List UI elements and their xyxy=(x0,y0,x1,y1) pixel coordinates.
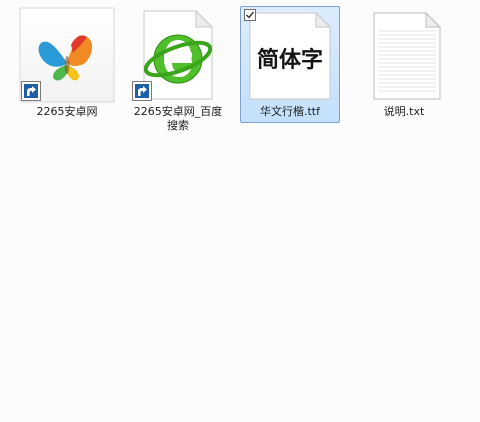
file-icon-container xyxy=(356,7,452,103)
shortcut-arrow-icon xyxy=(21,81,41,101)
font-preview-text: 简体字 xyxy=(257,47,323,73)
text-file-icon xyxy=(373,11,442,100)
font-file-icon: 简体字 xyxy=(249,11,332,100)
file-name-label: 华文行楷.ttf xyxy=(260,105,320,118)
selection-checkbox[interactable] xyxy=(244,9,256,21)
shortcut-arrow-icon xyxy=(132,81,152,101)
file-item-baidu-shortcut[interactable]: 2265安卓网_百度搜索 xyxy=(128,6,228,137)
file-item-font[interactable]: 简体字 华文行楷.ttf xyxy=(240,6,340,123)
file-name-label: 2265安卓网 xyxy=(36,105,98,118)
file-name-label: 2265安卓网_百度搜索 xyxy=(133,105,223,132)
file-name-label: 说明.txt xyxy=(383,105,425,118)
file-view: 2265安卓网 2265安卓网_百度搜索 简体字 华文行楷.ttf 说明.txt xyxy=(0,0,480,422)
file-item-readme[interactable]: 说明.txt xyxy=(354,6,454,123)
file-icon-container: 简体字 xyxy=(242,7,338,103)
file-item-2265-shortcut[interactable]: 2265安卓网 xyxy=(17,6,117,123)
file-icon-container xyxy=(130,7,226,103)
file-icon-container xyxy=(19,7,115,103)
